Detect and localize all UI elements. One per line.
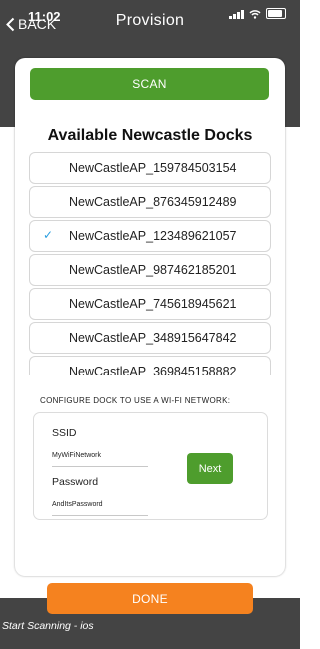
password-label: Password bbox=[52, 476, 99, 488]
password-underline bbox=[52, 515, 148, 516]
scan-status-text: Start Scanning - ios bbox=[2, 620, 94, 632]
dock-item-label: NewCastleAP_745618945621 bbox=[69, 297, 237, 311]
dock-item-label: NewCastleAP_987462185201 bbox=[69, 263, 237, 277]
provision-card: SCAN Available Newcastle Docks NewCastle… bbox=[15, 58, 285, 576]
password-input[interactable]: AndItsPassword bbox=[52, 501, 103, 508]
navigation-bar: BACK Provision bbox=[0, 10, 300, 38]
dock-item-label: NewCastleAP_876345912489 bbox=[69, 195, 237, 209]
ssid-input[interactable]: MyWiFiNetwork bbox=[52, 452, 101, 459]
dock-item-label: NewCastleAP_159784503154 bbox=[69, 161, 237, 175]
dock-item[interactable]: NewCastleAP_159784503154 bbox=[29, 152, 271, 184]
dock-item[interactable]: NewCastleAP_369845158882 bbox=[29, 356, 271, 375]
checkmark-icon: ✓ bbox=[43, 228, 54, 242]
dock-list[interactable]: NewCastleAP_159784503154 NewCastleAP_876… bbox=[29, 152, 271, 375]
scan-button[interactable]: SCAN bbox=[30, 68, 269, 100]
dock-list-title: Available Newcastle Docks bbox=[47, 127, 253, 144]
dock-item[interactable]: NewCastleAP_876345912489 bbox=[29, 186, 271, 218]
dock-item-label: NewCastleAP_369845158882 bbox=[69, 365, 237, 375]
dock-item-label: NewCastleAP_123489621057 bbox=[69, 229, 237, 243]
wifi-config-panel: SSID MyWiFiNetwork Password AndItsPasswo… bbox=[33, 412, 268, 520]
dock-item[interactable]: NewCastleAP_987462185201 bbox=[29, 254, 271, 286]
ssid-label: SSID bbox=[52, 427, 77, 439]
wifi-config-heading: CONFIGURE DOCK TO USE A WI-FI NETWORK: bbox=[40, 396, 231, 405]
dock-item-label: NewCastleAP_348915647842 bbox=[69, 331, 237, 345]
ssid-underline bbox=[52, 466, 148, 467]
next-button[interactable]: Next bbox=[187, 453, 233, 484]
dock-item[interactable]: NewCastleAP_348915647842 bbox=[29, 322, 271, 354]
dock-item[interactable]: NewCastleAP_745618945621 bbox=[29, 288, 271, 320]
dock-item-selected[interactable]: ✓ NewCastleAP_123489621057 bbox=[29, 220, 271, 252]
done-button[interactable]: DONE bbox=[47, 583, 253, 614]
page-title: Provision bbox=[115, 12, 185, 29]
